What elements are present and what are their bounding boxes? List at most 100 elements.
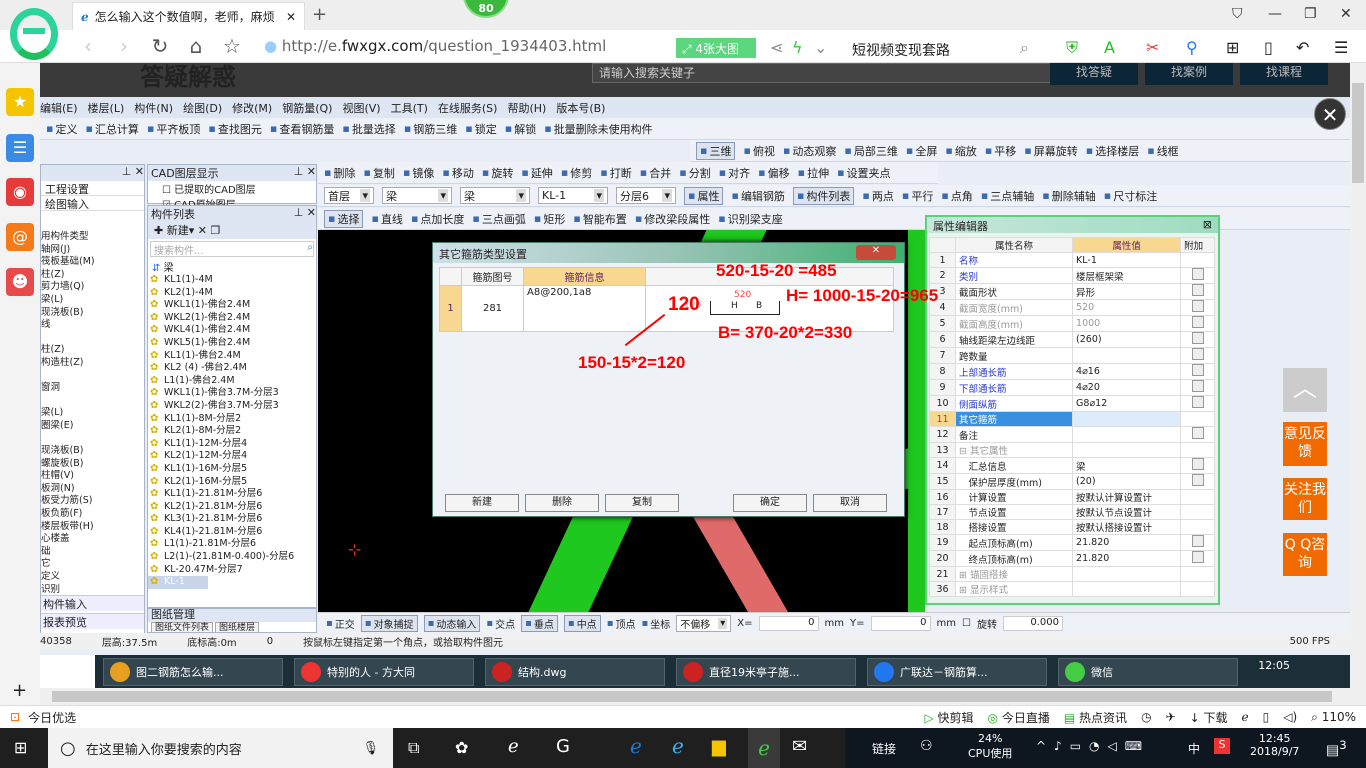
menu-item[interactable]: 帮助(H) bbox=[507, 100, 546, 116]
toolbar-button[interactable]: ▪ 复制 bbox=[363, 165, 394, 181]
tree-item[interactable] bbox=[41, 370, 144, 383]
toolbar-button[interactable]: ▪ 拉伸 bbox=[798, 165, 829, 181]
component-list-item[interactable]: KL2(1)-4M bbox=[148, 287, 316, 300]
quick-clip-button[interactable]: ▷ 快剪辑 bbox=[924, 709, 973, 726]
component-list-item[interactable]: KL1(1)-16M-分层5 bbox=[148, 463, 316, 476]
translate-icon[interactable]: A bbox=[1104, 38, 1115, 57]
delete-button[interactable]: 删除 bbox=[525, 494, 599, 512]
property-row[interactable]: 12 备注 bbox=[929, 426, 1215, 443]
toolbar-button[interactable]: ▪ 识别梁支座 bbox=[718, 211, 782, 227]
feedback-button[interactable]: 意见反馈 bbox=[1283, 422, 1327, 466]
property-row[interactable]: 4 截面宽度(mm) 520 bbox=[929, 299, 1215, 316]
new-button[interactable]: 新建 bbox=[445, 494, 519, 512]
tree-item[interactable]: 现浇板(B) bbox=[41, 307, 144, 320]
sogou-icon[interactable]: S bbox=[1214, 738, 1230, 754]
pin-icon[interactable]: ✈ bbox=[1166, 710, 1176, 724]
tab-report-preview[interactable]: 报表预览 bbox=[41, 613, 144, 629]
property-value-input[interactable]: 520 bbox=[1072, 299, 1182, 316]
tree-root-beam[interactable]: ⇵ 梁 bbox=[148, 259, 316, 274]
component-list-item[interactable]: KL2(1)-16M-分层5 bbox=[148, 476, 316, 489]
key-icon[interactable]: ⚲ bbox=[1186, 38, 1198, 57]
toolbar-button[interactable]: ▪ 构件列表 bbox=[792, 186, 855, 205]
selector-dropdown[interactable]: 梁 bbox=[382, 187, 452, 204]
tree-item[interactable]: 础 bbox=[41, 546, 144, 559]
snap-toggle[interactable]: ▪ 交点 bbox=[486, 616, 515, 631]
favorite-star-icon[interactable]: ☆ bbox=[214, 34, 250, 58]
toolbar-button[interactable]: ▪ 解锁 bbox=[505, 121, 536, 137]
taskbar-item[interactable]: 特别的人 - 方大同 bbox=[294, 658, 474, 686]
property-value-input[interactable]: 异形 bbox=[1072, 283, 1182, 300]
snap-toggle[interactable]: ▪ 垂点 bbox=[521, 614, 558, 632]
ime-indicator[interactable]: 中 bbox=[1188, 740, 1200, 757]
property-value-input[interactable] bbox=[1072, 347, 1182, 364]
email-icon[interactable]: @ bbox=[6, 223, 34, 251]
nav-find-case[interactable]: 找案例 bbox=[1145, 63, 1233, 85]
selector-dropdown[interactable]: 首层 bbox=[324, 187, 374, 204]
taskbar-item[interactable]: 图二钢筋怎么输... bbox=[103, 658, 283, 686]
toolbar-button[interactable]: ▪ 线框 bbox=[1147, 143, 1178, 159]
favorites-icon[interactable]: ★ bbox=[6, 88, 34, 116]
toolbar-button[interactable]: ▪ 直线 bbox=[371, 211, 402, 227]
toolbar-button[interactable]: ▪ 汇总计算 bbox=[85, 121, 138, 137]
extra-checkbox[interactable] bbox=[1180, 331, 1215, 348]
toolbar-button[interactable]: ▪ 偏移 bbox=[758, 165, 789, 181]
property-row[interactable]: 6 轴线距梁左边线距 (260) bbox=[929, 331, 1215, 348]
x-input[interactable]: 0 bbox=[758, 615, 819, 631]
link-toolbar[interactable]: 链接 bbox=[872, 740, 896, 757]
copy-button[interactable]: 复制 bbox=[605, 494, 679, 512]
ie-icon[interactable]: ℯ bbox=[1242, 710, 1249, 724]
tree-item[interactable]: 柱帽(V) bbox=[41, 470, 144, 483]
property-value-input[interactable]: 按默认搭接设置计 bbox=[1072, 519, 1182, 535]
tree-item[interactable]: 楼层板带(H) bbox=[41, 521, 144, 534]
toolbar-button[interactable]: ▪ 矩形 bbox=[534, 211, 565, 227]
site-search-input[interactable]: 请输入搜索关键子 bbox=[592, 63, 1082, 83]
toolbar-button[interactable]: ▪ 三点画弧 bbox=[472, 211, 525, 227]
delete-icon[interactable]: ✕ bbox=[198, 224, 207, 237]
property-value-input[interactable]: 梁 bbox=[1072, 457, 1182, 474]
toolbar-button[interactable]: ▪ 属性 bbox=[684, 186, 724, 205]
menu-item[interactable]: 视图(V) bbox=[342, 100, 380, 116]
cancel-button[interactable]: 取消 bbox=[813, 494, 887, 512]
lightning-icon[interactable]: ϟ bbox=[792, 38, 803, 57]
pin-icon[interactable]: ⊥ ✕ bbox=[122, 165, 144, 181]
property-row[interactable]: 17 节点设置 按默认节点设置计 bbox=[929, 504, 1215, 520]
toolbar-button[interactable]: ▪ 缩放 bbox=[945, 143, 976, 159]
extra-checkbox[interactable] bbox=[1180, 395, 1215, 412]
phone-icon[interactable]: ▯ bbox=[1264, 38, 1273, 57]
component-list-item[interactable]: KL1(1)-8M-分层2 bbox=[148, 413, 316, 426]
taskbar-item[interactable]: 广联达－钢筋算... bbox=[867, 658, 1047, 686]
tab-drawing-input[interactable]: 绘图输入 bbox=[41, 196, 144, 211]
snap-toggle[interactable]: ▪ 正交 bbox=[326, 616, 355, 631]
tree-item[interactable]: 筏板基础(M) bbox=[41, 256, 144, 269]
extra-checkbox[interactable] bbox=[1180, 267, 1215, 284]
tree-item[interactable]: 板负筋(F) bbox=[41, 508, 144, 521]
menu-item[interactable]: 版本号(B) bbox=[556, 100, 605, 116]
toolbar-button[interactable]: ▪ 锁定 bbox=[465, 121, 496, 137]
component-list-item[interactable]: L1(1)-21.81M-分层6 bbox=[148, 538, 316, 551]
toolbar-button[interactable]: ▪ 钢筋三维 bbox=[404, 121, 457, 137]
component-list-item[interactable]: WKL4(1)-佛台2.4M bbox=[148, 324, 316, 337]
component-list-item[interactable]: WKL1(1)-佛台3.7M-分层3 bbox=[148, 387, 316, 400]
browser-tab[interactable]: ℯ 怎么输入这个数值啊，老师，麻烦 ✕ bbox=[72, 2, 305, 30]
tree-item[interactable]: 用构件类型 bbox=[41, 231, 144, 244]
component-list-item[interactable]: KL1(1)-21.81M-分层6 bbox=[148, 488, 316, 501]
menu-item[interactable]: 修改(M) bbox=[232, 100, 272, 116]
close-icon[interactable]: ⊥ ✕ bbox=[294, 165, 316, 181]
tree-item[interactable]: 轴网(J) bbox=[41, 244, 144, 257]
component-list-item[interactable]: WKL5(1)-佛台2.4M bbox=[148, 337, 316, 350]
tree-item[interactable]: 柱(Z) bbox=[41, 344, 144, 357]
property-value-input[interactable]: 按默认计算设置计 bbox=[1072, 489, 1182, 505]
today-picks-link[interactable]: 今日优选 bbox=[28, 709, 76, 726]
scissors-icon[interactable]: ✂ bbox=[1146, 38, 1159, 57]
chevron-down-icon[interactable]: ⌄ bbox=[814, 38, 827, 57]
taskbar-search-input[interactable]: ○ 在这里输入你要搜索的内容 🎙︎ bbox=[48, 728, 393, 768]
tree-item[interactable]: 现浇板(B) bbox=[41, 445, 144, 458]
extra-checkbox[interactable] bbox=[1180, 379, 1215, 396]
snap-toggle[interactable]: ▪ 对象捕捉 bbox=[360, 614, 418, 632]
follow-us-button[interactable]: 关注我们 bbox=[1283, 478, 1327, 520]
live-button[interactable]: ◎ 今日直播 bbox=[988, 709, 1050, 726]
property-row[interactable]: 2 类别 楼层框架梁 bbox=[929, 267, 1215, 284]
menu-item[interactable]: 钢筋量(Q) bbox=[282, 100, 332, 116]
tree-item[interactable]: 梁(L) bbox=[41, 407, 144, 420]
taskbar-item[interactable]: 结构.dwg bbox=[485, 658, 665, 686]
